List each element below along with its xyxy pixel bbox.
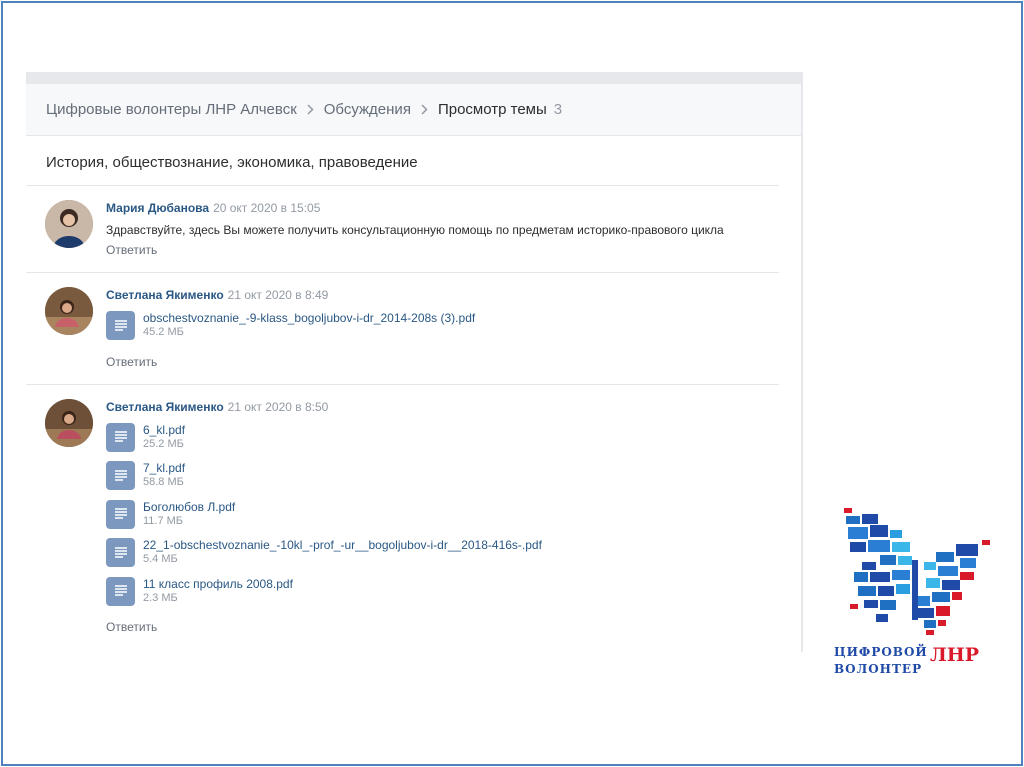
attachment-list: obschestvoznanie_-9-klass_bogoljubov-i-d…	[106, 311, 779, 350]
breadcrumb: Цифровые волонтеры ЛНР Алчевск Обсуждени…	[26, 84, 801, 136]
reply-button[interactable]: Ответить	[106, 619, 779, 635]
post-text: Здравствуйте, здесь Вы можете получить к…	[106, 223, 724, 237]
discussion-panel: Цифровые волонтеры ЛНР Алчевск Обсуждени…	[26, 72, 803, 652]
document-icon	[106, 461, 135, 490]
file-name[interactable]: 7_kl.pdf	[143, 461, 185, 475]
post: Светлана Якименко 21 окт 2020 в 8:50 6_kl…	[26, 385, 779, 650]
post-header: Светлана Якименко 21 окт 2020 в 8:49	[106, 287, 779, 303]
document-icon	[106, 422, 135, 452]
post: Светлана Якименко 21 окт 2020 в 8:49 obsc…	[26, 273, 779, 385]
chevron-right-icon	[421, 104, 428, 115]
file-name[interactable]: obschestvoznanie_-9-klass_bogoljubov-i-d…	[143, 311, 475, 325]
file-attachment[interactable]: 7_kl.pdf 58.8 МБ	[106, 461, 779, 500]
breadcrumb-discussions-link[interactable]: Обсуждения	[324, 101, 411, 118]
avatar[interactable]	[45, 200, 93, 248]
post-date[interactable]: 21 окт 2020 в 8:49	[228, 288, 329, 302]
avatar[interactable]	[45, 287, 93, 335]
post-count: 3	[553, 101, 563, 118]
document-icon	[106, 538, 135, 567]
file-attachment[interactable]: obschestvoznanie_-9-klass_bogoljubov-i-d…	[106, 311, 779, 350]
file-attachment[interactable]: 22_1-obschestvoznanie_-10kl_-prof_-ur__b…	[106, 538, 779, 577]
file-attachment[interactable]: 6_kl.pdf 25.2 МБ	[106, 422, 779, 462]
file-size: 2.3 МБ	[143, 591, 178, 604]
document-icon	[106, 499, 135, 529]
topic-title: История, обществознание, экономика, прав…	[26, 136, 779, 186]
author-link[interactable]: Светлана Якименко	[106, 400, 224, 414]
author-link[interactable]: Светлана Якименко	[106, 288, 224, 302]
file-name[interactable]: 11 класс профиль 2008.pdf	[143, 577, 293, 591]
post-date[interactable]: 20 окт 2020 в 15:05	[213, 201, 320, 215]
document-icon	[106, 576, 135, 606]
post-date[interactable]: 21 окт 2020 в 8:50	[228, 400, 329, 414]
avatar[interactable]	[45, 398, 93, 447]
file-size: 11.7 МБ	[143, 514, 184, 527]
breadcrumb-current: Просмотр темы	[437, 101, 547, 118]
reply-button[interactable]: Ответить	[106, 354, 779, 370]
post-header: Мария Дюбанова 20 окт 2020 в 15:05	[106, 200, 779, 216]
logo-text: ВОЛОНТЕР	[834, 662, 923, 676]
attachment-list: 6_kl.pdf 25.2 МБ 7_kl.pdf 58.8 МБ Боголю…	[106, 422, 779, 616]
chevron-right-icon	[307, 104, 314, 115]
reply-button[interactable]: Ответить	[106, 242, 779, 258]
file-name[interactable]: 22_1-obschestvoznanie_-10kl_-prof_-ur__b…	[143, 538, 542, 552]
file-size: 58.8 МБ	[143, 476, 184, 488]
file-attachment[interactable]: 11 класс профиль 2008.pdf 2.3 МБ	[106, 576, 779, 616]
breadcrumb-group-link[interactable]: Цифровые волонтеры ЛНР Алчевск	[46, 101, 297, 118]
post: Мария Дюбанова 20 окт 2020 в 15:05 Здравс…	[26, 186, 779, 273]
file-name[interactable]: Боголюбов Л.pdf	[143, 500, 235, 514]
document-icon	[106, 311, 135, 340]
post-header: Светлана Якименко 21 окт 2020 в 8:50	[106, 399, 779, 415]
author-link[interactable]: Мария Дюбанова	[106, 201, 209, 215]
file-size: 45.2 МБ	[143, 326, 184, 338]
logo-text: ЛНР	[930, 644, 980, 666]
file-name[interactable]: 6_kl.pdf	[143, 423, 185, 437]
file-size: 25.2 МБ	[143, 437, 184, 450]
file-size: 5.4 МБ	[143, 553, 178, 565]
logo-text: ЦИФРОВОЙ	[834, 645, 928, 659]
file-attachment[interactable]: Боголюбов Л.pdf 11.7 МБ	[106, 499, 779, 539]
